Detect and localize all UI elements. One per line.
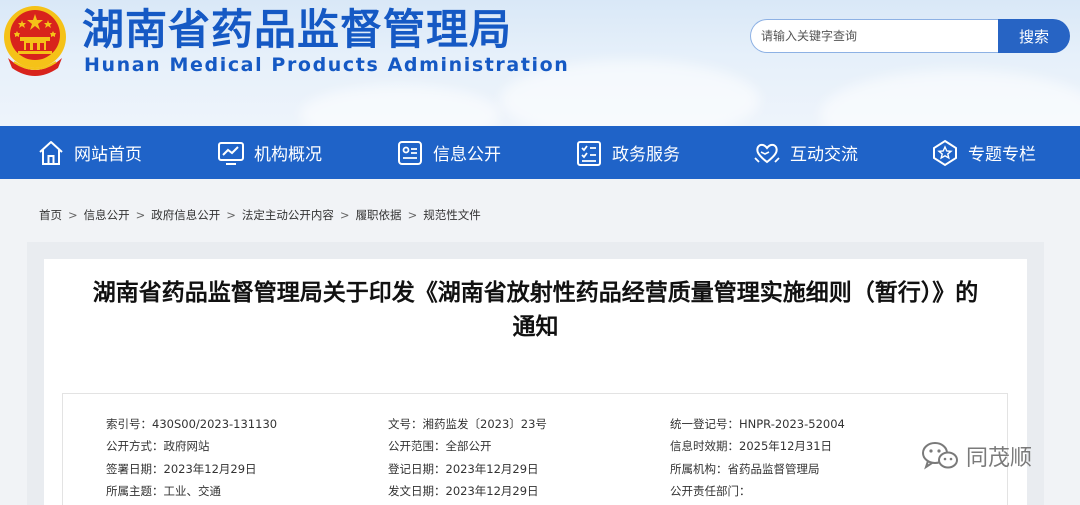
meta-responsible-department: 公开责任部门： xyxy=(670,484,751,498)
meta-publication-scope: 公开范围：全部公开 xyxy=(388,439,492,453)
star-badge-icon xyxy=(933,139,957,166)
monitor-chart-icon xyxy=(218,141,244,165)
meta-signing-date: 签署日期：2023年12月29日 xyxy=(106,462,257,476)
breadcrumb-item-normative[interactable]: 规范性文件 xyxy=(423,208,481,222)
meta-issue-date: 发文日期：2023年12月29日 xyxy=(388,484,539,498)
nav-item-interaction[interactable]: 互动交流 xyxy=(752,126,858,179)
article-title: 湖南省药品监督管理局关于印发《湖南省放射性药品经营质量管理实施细则（暂行）》的 … xyxy=(44,276,1027,344)
search-button[interactable]: 搜索 xyxy=(998,19,1070,53)
wechat-icon xyxy=(922,442,958,470)
nav-item-services[interactable]: 政务服务 xyxy=(574,126,680,179)
breadcrumb-separator: > xyxy=(68,208,78,222)
site-subtitle: Hunan Medical Products Administration xyxy=(84,54,570,76)
header-cloud xyxy=(820,70,1080,126)
nav-item-label: 机构概况 xyxy=(254,145,322,165)
breadcrumb-separator: > xyxy=(135,208,146,222)
main-nav: 网站首页 机构概况 信息公开 政务服务 互动交流 专题专栏 xyxy=(0,126,1080,179)
nav-item-label: 信息公开 xyxy=(433,145,501,165)
breadcrumb-item-home[interactable]: 首页 xyxy=(39,208,62,222)
breadcrumb-separator: > xyxy=(226,208,236,222)
nav-item-label: 互动交流 xyxy=(790,145,858,165)
nav-item-label: 政务服务 xyxy=(612,145,680,165)
breadcrumb-item-information[interactable]: 信息公开 xyxy=(84,208,130,222)
heart-hands-icon xyxy=(754,143,780,163)
breadcrumb-separator: > xyxy=(339,208,350,222)
nav-item-information[interactable]: 信息公开 xyxy=(395,126,501,179)
home-icon xyxy=(39,140,63,165)
breadcrumb-item-basis[interactable]: 履职依据 xyxy=(356,208,402,222)
meta-topic: 所属主题：工业、交通 xyxy=(106,484,221,498)
site-title: 湖南省药品监督管理局 xyxy=(82,5,513,54)
search-input[interactable] xyxy=(750,19,1000,53)
meta-agency: 所属机构：省药品监督管理局 xyxy=(670,462,820,476)
header-cloud xyxy=(300,85,500,126)
breadcrumb-separator: > xyxy=(407,208,418,222)
checklist-icon xyxy=(577,140,601,166)
meta-publication-method: 公开方式：政府网站 xyxy=(106,439,210,453)
search-box: 搜索 xyxy=(750,19,1070,53)
nav-item-label: 专题专栏 xyxy=(968,145,1036,165)
meta-registration-date: 登记日期：2023年12月29日 xyxy=(388,462,539,476)
article-title-line: 湖南省药品监督管理局关于印发《湖南省放射性药品经营质量管理实施细则（暂行）》的 xyxy=(92,280,979,306)
nav-item-topics[interactable]: 专题专栏 xyxy=(930,126,1036,179)
meta-index-number: 索引号：430S00/2023-131130 xyxy=(106,417,278,431)
meta-registration-number: 统一登记号：HNPR-2023-52004 xyxy=(670,417,845,431)
nav-item-label: 网站首页 xyxy=(74,145,142,165)
nav-item-home[interactable]: 网站首页 xyxy=(36,126,142,179)
id-card-icon xyxy=(398,140,422,165)
nav-item-organization[interactable]: 机构概况 xyxy=(216,126,322,179)
breadcrumb-item-gov-info[interactable]: 政府信息公开 xyxy=(151,208,220,222)
breadcrumb-item-statutory[interactable]: 法定主动公开内容 xyxy=(242,208,334,222)
article-title-line: 通知 xyxy=(512,314,559,340)
meta-validity-period: 信息时效期：2025年12月31日 xyxy=(670,439,833,453)
wechat-watermark: 同茂顺 xyxy=(920,440,1032,472)
breadcrumb: 首页 > 信息公开 > 政府信息公开 > 法定主动公开内容 > 履职依据 > 规范性文件 xyxy=(39,207,481,223)
national-emblem-icon xyxy=(4,6,66,76)
site-header: 湖南省药品监督管理局 Hunan Medical Products Admini… xyxy=(0,0,1080,126)
watermark-text: 同茂顺 xyxy=(966,446,1033,471)
meta-document-number: 文号：湘药监发〔2023〕23号 xyxy=(388,417,547,431)
